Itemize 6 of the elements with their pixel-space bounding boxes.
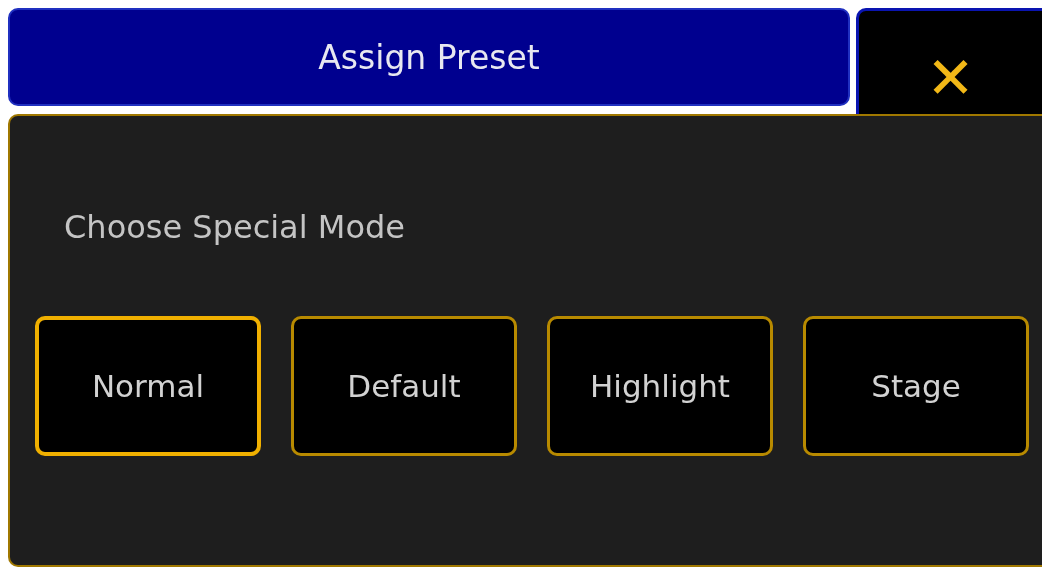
mode-button[interactable]: Highlight <box>547 316 773 456</box>
window-title: Assign Preset <box>8 8 850 106</box>
mode-button[interactable]: Default <box>291 316 517 456</box>
mode-button[interactable]: Normal <box>35 316 261 456</box>
mode-button[interactable]: Stage <box>803 316 1029 456</box>
prompt-label: Choose Special Mode <box>64 208 406 246</box>
